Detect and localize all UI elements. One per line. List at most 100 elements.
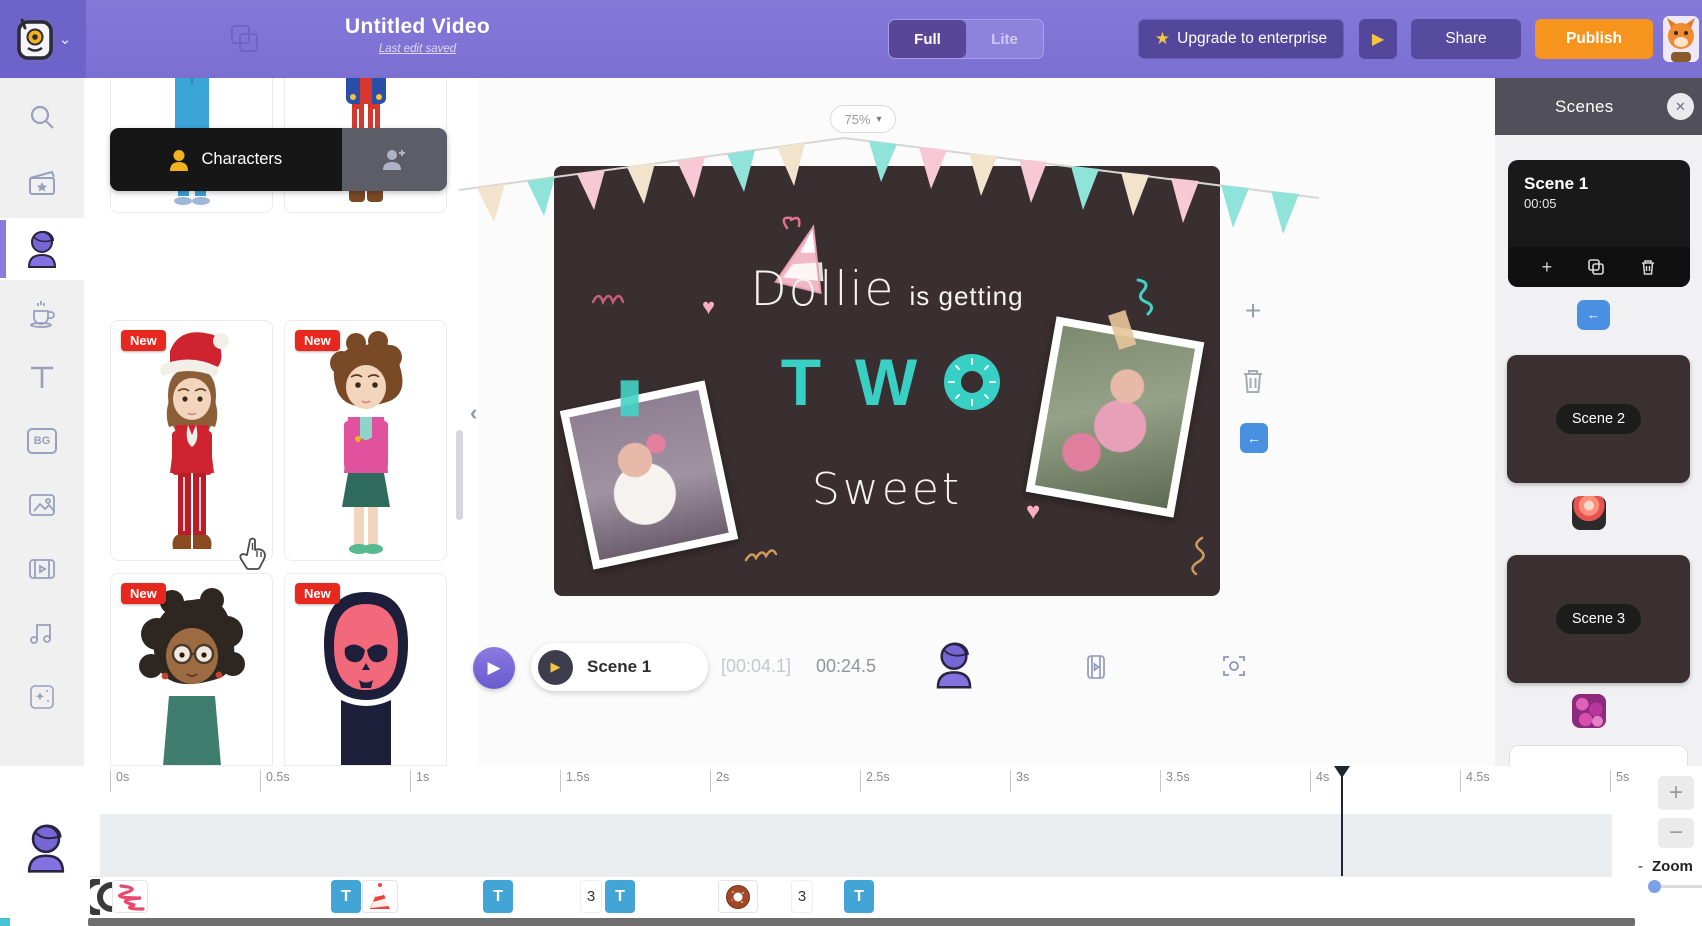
total-duration: 00:24.5 <box>816 656 877 676</box>
upgrade-label: Upgrade to enterprise <box>1177 30 1328 47</box>
storyboard-button[interactable] <box>1083 654 1109 680</box>
scene-selector-pill[interactable]: ▶ Scene 1 <box>531 643 708 691</box>
search-icon <box>30 105 54 129</box>
clip-donut[interactable] <box>718 880 758 913</box>
person-plus-icon <box>383 149 406 170</box>
scene-1-toolbar: + <box>1508 247 1690 287</box>
clip-text-1[interactable]: T <box>331 880 361 913</box>
characters-scrollbar[interactable] <box>456 430 463 520</box>
clip-ribbon-squiggle[interactable] <box>112 880 148 913</box>
add-scene-button[interactable]: + <box>1542 257 1553 278</box>
zoom-dash: - <box>1638 858 1643 875</box>
page-title: Untitled Video <box>345 15 490 38</box>
scenes-panel-header: Scenes ✕ <box>1495 78 1702 135</box>
transition-back-button[interactable]: ← <box>1240 423 1268 453</box>
coffee-cup-icon <box>30 301 55 328</box>
delete-scene-button[interactable] <box>1640 258 1656 276</box>
scene-track-block[interactable] <box>100 814 1612 876</box>
scenes-panel: Scenes ✕ Scene 1 00:05 + ← Scene 2 Scene… <box>1495 78 1702 766</box>
character-thumb-santa-girl <box>159 332 229 549</box>
characters-tab-bar: Characters <box>110 128 447 191</box>
sidebar-item-characters[interactable] <box>0 218 84 280</box>
timeline-playhead[interactable] <box>1334 766 1350 878</box>
user-avatar[interactable] <box>1663 16 1699 62</box>
person-icon <box>170 149 189 171</box>
sidebar-item-templates[interactable] <box>0 152 84 214</box>
scene-card-3[interactable]: Scene 3 <box>1507 555 1690 683</box>
sidebar-item-search[interactable] <box>0 86 84 148</box>
duplicate-scene-button[interactable] <box>1587 258 1605 276</box>
transition-thumb-bubbles[interactable] <box>1572 694 1606 728</box>
toggle-lite[interactable]: Lite <box>966 20 1043 58</box>
upgrade-enterprise-button[interactable]: ★ Upgrade to enterprise <box>1138 19 1344 59</box>
donut-icon <box>726 884 750 909</box>
slide-big-word[interactable]: TW <box>554 344 1220 420</box>
tab-characters-label: Characters <box>201 150 283 168</box>
play-scene-button[interactable]: ▶ <box>473 647 515 689</box>
clip-count-2[interactable]: 3 <box>791 880 813 913</box>
sidebar-item-videos[interactable] <box>0 538 84 600</box>
share-label: Share <box>1445 30 1487 47</box>
timeline-zoom-slider[interactable] <box>1648 880 1702 893</box>
tab-characters[interactable]: Characters <box>110 128 342 191</box>
focus-fit-button[interactable] <box>1222 654 1246 678</box>
sidebar-item-text[interactable] <box>0 346 84 408</box>
timeline-horizontal-scrollbar[interactable] <box>88 918 1635 926</box>
sidebar-item-props[interactable] <box>0 282 84 344</box>
zoom-slider-handle[interactable] <box>1648 880 1661 893</box>
donut-letter-o-icon <box>944 354 1001 410</box>
duplicate-project-icon[interactable] <box>228 22 262 56</box>
sidebar-item-backgrounds[interactable]: BG <box>0 410 84 472</box>
character-track-button[interactable] <box>933 640 975 690</box>
sidebar-item-music[interactable] <box>0 602 84 664</box>
scene-card-2[interactable]: Scene 2 <box>1507 355 1690 483</box>
character-card-afro-girl[interactable]: New <box>110 573 273 766</box>
timeline-zoom-in-button[interactable]: + <box>1658 776 1694 810</box>
close-icon[interactable]: ✕ <box>1667 93 1694 120</box>
add-scene-plus-button[interactable]: + <box>1238 296 1268 326</box>
scene-card-1[interactable]: Scene 1 00:05 + <box>1508 160 1690 287</box>
timeline-zoom-out-button[interactable]: − <box>1658 818 1694 848</box>
ruler-tick: 3.5s <box>1160 770 1190 792</box>
ribbon-squiggle-icon <box>118 883 145 911</box>
character-thumb-curly-kid <box>329 331 402 554</box>
scene-card-next-partial[interactable] <box>1509 745 1688 766</box>
clip-text-4[interactable]: T <box>844 880 874 913</box>
character-card-santa-girl[interactable]: New <box>110 320 273 561</box>
video-canvas[interactable]: ♥ ♥ Dollie is getting TW Sweet <box>458 136 1320 596</box>
toggle-full[interactable]: Full <box>889 20 966 58</box>
character-card-curly-kid[interactable]: New <box>284 320 447 561</box>
scene-2-label: Scene 2 <box>1555 404 1642 434</box>
collapse-panel-chevron[interactable]: ‹ <box>470 400 477 426</box>
scrollbar-corner-accent <box>0 918 10 926</box>
slide-headline[interactable]: Dollie is getting <box>554 262 1220 317</box>
slide-bottom-word[interactable]: Sweet <box>554 464 1220 515</box>
character-track-label-icon[interactable] <box>24 822 68 874</box>
canvas-zoom-dropdown[interactable]: 75% ▾ <box>830 105 896 133</box>
sidebar-item-images[interactable] <box>0 474 84 536</box>
ruler-tick: 4s <box>1310 770 1329 792</box>
scene-transition-button-1[interactable]: ← <box>1577 300 1610 330</box>
scene-play-icon[interactable]: ▶ <box>538 649 573 685</box>
transition-thumb-radial[interactable] <box>1572 496 1606 530</box>
delete-trash-button[interactable] <box>1240 366 1266 396</box>
clip-text-2[interactable]: T <box>483 880 513 913</box>
ruler-tick: 3s <box>1010 770 1029 792</box>
app-logo-menu[interactable]: ⌄ <box>0 0 86 78</box>
confetti-squiggle-gold <box>744 549 778 562</box>
share-button[interactable]: Share <box>1411 19 1521 59</box>
preview-play-button[interactable]: ▶ <box>1359 19 1397 59</box>
playhead-line <box>1341 776 1343 876</box>
clip-text-3[interactable]: T <box>605 880 635 913</box>
ruler-tick: 0.5s <box>260 770 290 792</box>
bg-icon: BG <box>27 428 57 454</box>
sidebar-item-effects[interactable] <box>0 666 84 728</box>
avatar-fox-icon <box>1667 18 1695 62</box>
clip-count-1[interactable]: 3 <box>580 880 602 913</box>
tab-create-character[interactable] <box>341 128 447 191</box>
clip-party-hat[interactable] <box>362 880 398 913</box>
back-arrow-icon: ← <box>1247 430 1261 446</box>
scenes-title: Scenes <box>1555 96 1614 116</box>
character-card-skull[interactable]: New <box>284 573 447 766</box>
publish-button[interactable]: Publish <box>1535 19 1653 59</box>
